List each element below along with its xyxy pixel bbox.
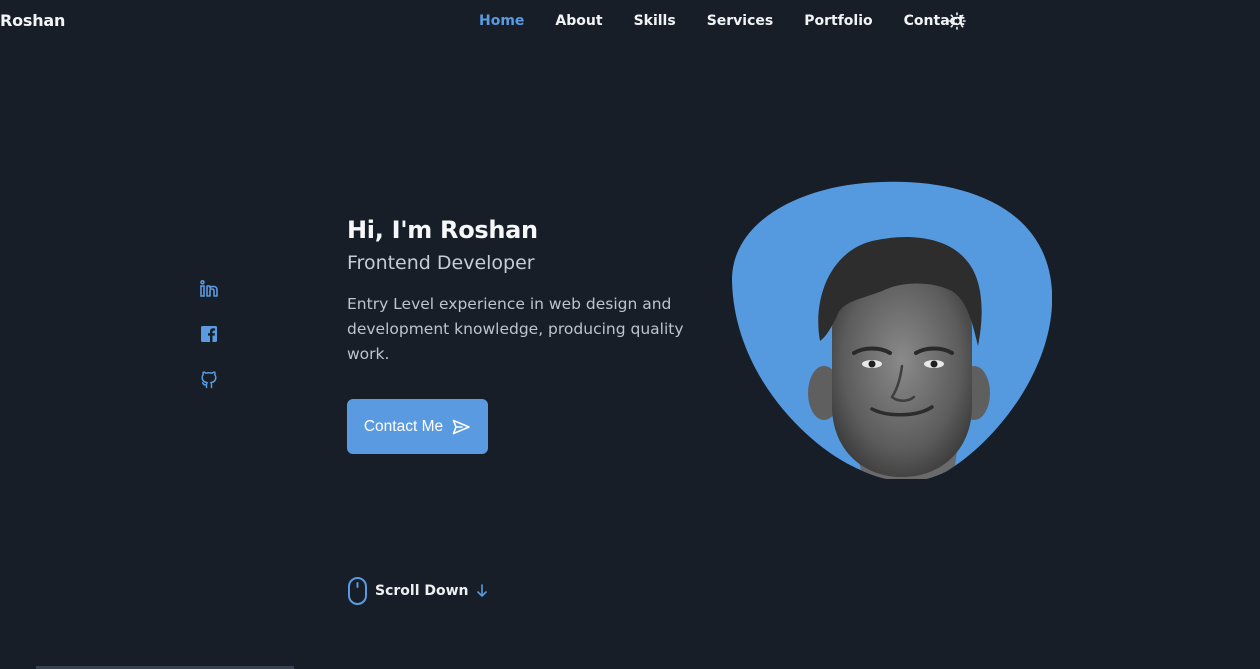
contact-me-label: Contact Me (363, 417, 444, 435)
theme-toggle-button[interactable] (948, 12, 966, 30)
contact-me-button[interactable]: Contact Me (347, 399, 488, 454)
github-icon[interactable] (199, 369, 219, 389)
nav-item-services[interactable]: Services (707, 13, 774, 29)
arrow-down-icon (476, 584, 487, 597)
nav-item-skills[interactable]: Skills (634, 13, 676, 29)
brand-logo[interactable]: Roshan (0, 11, 65, 30)
sun-icon (948, 12, 966, 30)
scroll-down-link[interactable]: Scroll Down (347, 576, 488, 606)
nav-item-about[interactable]: About (555, 13, 602, 29)
nav-item-home[interactable]: Home (479, 13, 524, 29)
linkedin-icon[interactable] (199, 279, 219, 299)
mouse-icon (348, 577, 367, 605)
page: Roshan Home About Skills Services Portfo… (0, 0, 1260, 669)
hero-subtitle: Frontend Developer (347, 252, 535, 274)
main-nav: Home About Skills Services Portfolio Con… (479, 12, 996, 30)
scroll-down-label: Scroll Down (375, 583, 469, 599)
send-icon (452, 419, 470, 434)
facebook-icon[interactable] (199, 324, 219, 344)
social-links (199, 279, 219, 414)
hero-title: Hi, I'm Roshan (347, 216, 538, 244)
hero-description: Entry Level experience in web design and… (347, 295, 684, 363)
nav-item-portfolio[interactable]: Portfolio (804, 13, 872, 29)
profile-image (731, 181, 1053, 482)
